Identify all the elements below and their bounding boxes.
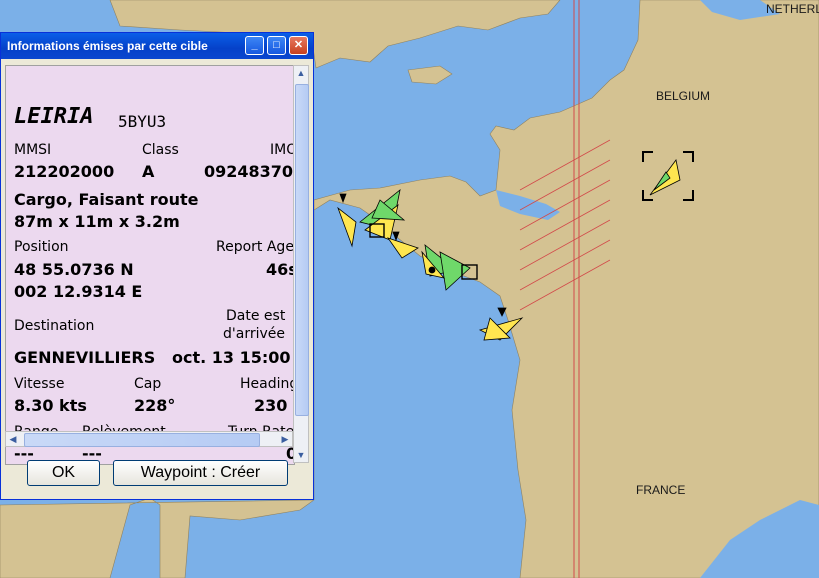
minimize-icon: _: [251, 39, 258, 51]
speed-label: Vitesse: [14, 376, 65, 392]
eta-label-line2: d'arrivée: [223, 326, 285, 342]
scroll-down-icon[interactable]: ▼: [294, 448, 308, 462]
vessel-type: Cargo, Faisant route: [14, 190, 199, 209]
horizontal-scroll-thumb[interactable]: [24, 433, 260, 447]
label-netherlands: NETHERLA: [766, 2, 819, 16]
imo-value: 09248370: [204, 162, 294, 181]
maximize-icon: □: [273, 39, 280, 51]
cap-label: Cap: [134, 376, 162, 392]
window-titlebar[interactable]: Informations émises par cette cible _ □ …: [1, 33, 313, 59]
ok-button[interactable]: OK: [27, 460, 100, 486]
close-button[interactable]: ✕: [289, 36, 308, 55]
mmsi-label: MMSI: [14, 142, 52, 158]
imo-label: IMO: [270, 142, 295, 158]
mmsi-value: 212202000: [14, 162, 115, 181]
close-icon: ✕: [293, 39, 304, 51]
vertical-scrollbar[interactable]: ▲ ▼: [293, 65, 309, 463]
label-belgium: BELGIUM: [656, 89, 711, 103]
position-label: Position: [14, 239, 69, 255]
class-value: A: [142, 162, 155, 181]
maximize-button[interactable]: □: [267, 36, 286, 55]
destination-value: GENNEVILLIERS: [14, 348, 156, 367]
eta-label-line1: Date est: [226, 308, 286, 324]
scroll-left-icon[interactable]: ◀: [6, 432, 20, 446]
vessel-dimensions: 87m x 11m x 3.2m: [14, 212, 180, 231]
scroll-up-icon[interactable]: ▲: [294, 66, 308, 80]
vessel-name: LEIRIA: [14, 104, 94, 129]
class-label: Class: [142, 142, 179, 158]
vertical-scroll-thumb[interactable]: [295, 84, 309, 416]
eta-value: oct. 13 15:00: [172, 348, 291, 367]
speed-value: 8.30 kts: [14, 396, 87, 415]
window-title: Informations émises par cette cible: [7, 39, 208, 53]
minimize-button[interactable]: _: [245, 36, 264, 55]
label-france: FRANCE: [636, 483, 686, 497]
horizontal-scrollbar[interactable]: ◀ ▶: [5, 431, 293, 447]
cap-value: 228°: [134, 396, 176, 415]
info-panel: LEIRIA 5BYU3 MMSI Class IMO 212202000 A …: [5, 65, 295, 465]
latitude-value: 48 55.0736 N: [14, 260, 134, 279]
vessel-callsign: 5BYU3: [118, 112, 167, 131]
heading-label: Heading: [240, 376, 295, 392]
report-age-label: Report Age: [216, 239, 294, 255]
report-age-value: 46s: [266, 260, 295, 279]
destination-label: Destination: [14, 318, 95, 334]
target-info-window: Informations émises par cette cible _ □ …: [0, 32, 314, 500]
longitude-value: 002 12.9314 E: [14, 282, 143, 301]
heading-value: 230: [254, 396, 288, 415]
waypoint-create-button[interactable]: Waypoint : Créer: [113, 460, 288, 486]
scroll-right-icon[interactable]: ▶: [278, 432, 292, 446]
